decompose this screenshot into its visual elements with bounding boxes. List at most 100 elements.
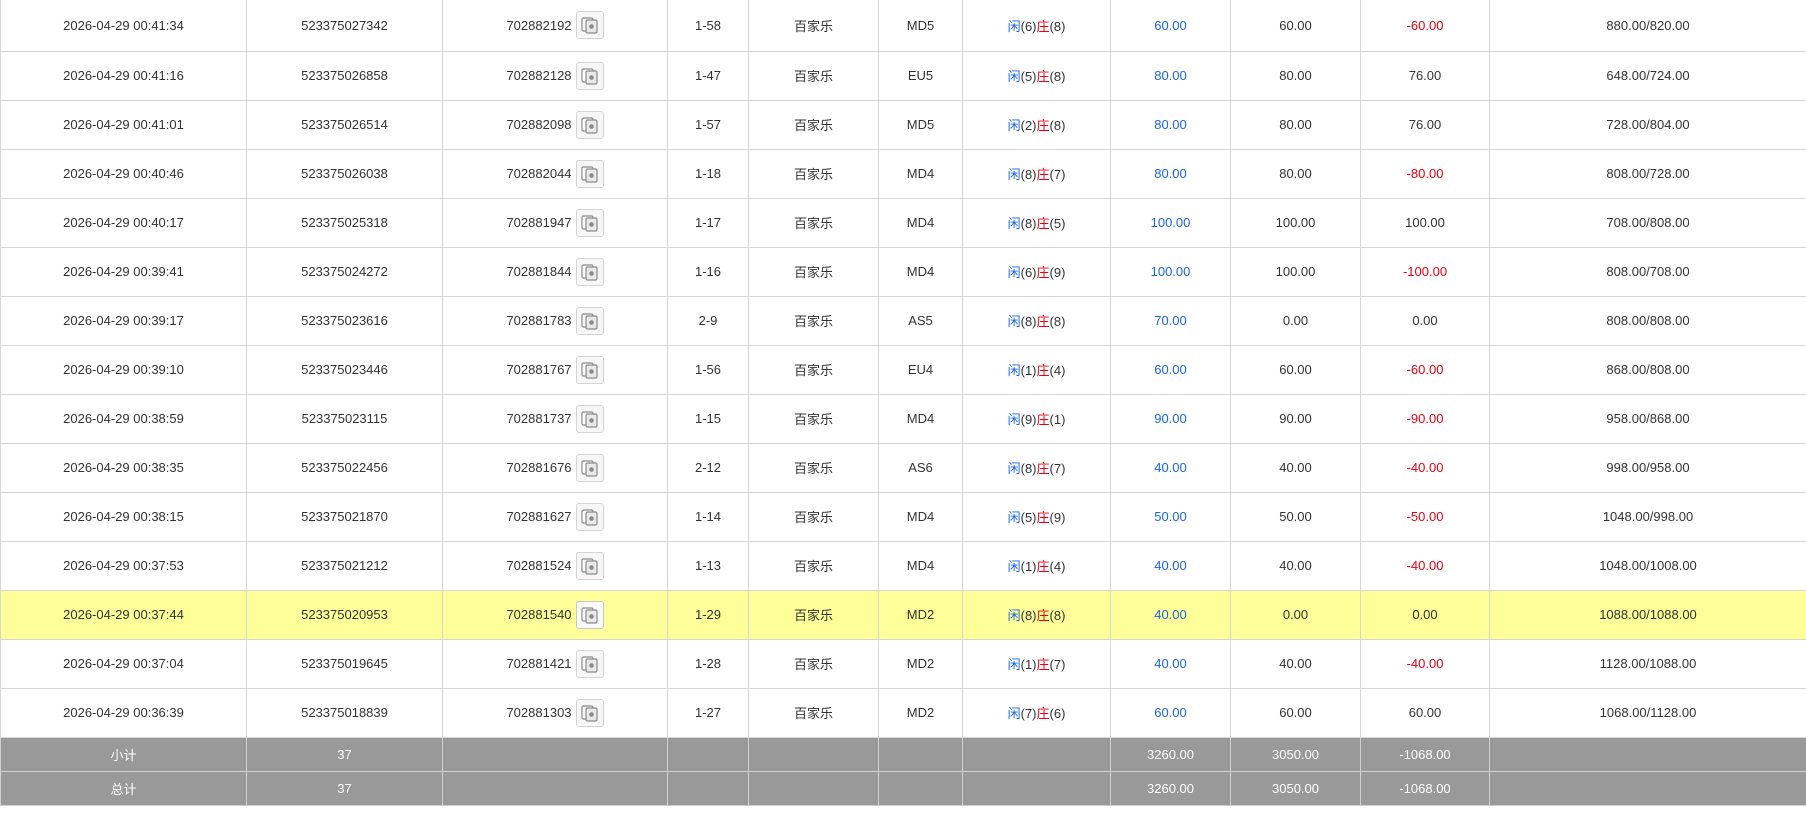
round-number: 702881627 — [506, 509, 572, 524]
bet-time: 2026-04-29 00:41:01 — [0, 99, 247, 150]
table-type: MD4 — [878, 246, 963, 297]
bet-time: 2026-04-29 00:40:17 — [0, 197, 247, 248]
table-number: 2-12 — [667, 442, 749, 493]
table-row: 2026-04-29 00:37:53 523375021212 702881524… — [0, 540, 1806, 591]
banker-points: (9) — [1049, 265, 1066, 280]
banker-label: 庄 — [1036, 363, 1050, 378]
player-points: (8) — [1020, 461, 1037, 476]
table-number: 1-56 — [667, 344, 749, 395]
win-loss: -40.00 — [1360, 442, 1490, 493]
total-valid: 3050.00 — [1230, 770, 1361, 806]
balance-change: 708.00/808.00 — [1489, 197, 1806, 248]
balance-change: 1088.00/1088.00 — [1489, 589, 1806, 640]
player-label: 闲 — [1007, 706, 1021, 721]
table-row: 2026-04-29 00:41:34 523375027342 702882192… — [0, 0, 1806, 52]
table-body: 2026-04-29 00:41:34 523375027342 702882192… — [0, 0, 1806, 738]
game-name: 百家乐 — [748, 295, 879, 346]
player-label: 闲 — [1007, 461, 1021, 476]
table-type: MD4 — [878, 540, 963, 591]
balance-change: 1128.00/1088.00 — [1489, 638, 1806, 689]
banker-points: (7) — [1049, 657, 1066, 672]
cards-result-icon[interactable] — [575, 11, 604, 40]
bet-time: 2026-04-29 00:38:35 — [0, 442, 247, 493]
table-row: 2026-04-29 00:39:17 523375023616 702881783… — [0, 295, 1806, 346]
banker-points: (7) — [1049, 461, 1066, 476]
valid-amount: 60.00 — [1230, 344, 1361, 395]
bet-time: 2026-04-29 00:37:04 — [0, 638, 247, 689]
order-number: 523375024272 — [246, 246, 443, 297]
banker-points: (8) — [1049, 314, 1066, 329]
balance-change: 868.00/808.00 — [1489, 344, 1806, 395]
bet-time: 2026-04-29 00:36:39 — [0, 687, 247, 738]
player-points: (8) — [1020, 216, 1037, 231]
bet-records-table: 2026-04-29 00:41:34 523375027342 702882192… — [0, 0, 1806, 806]
player-points: (5) — [1020, 510, 1037, 525]
table-type: AS5 — [878, 295, 963, 346]
cards-result-icon[interactable] — [575, 600, 604, 629]
result-cell: 闲(7)庄(6) — [962, 687, 1111, 738]
round-cell: 702882044 — [442, 148, 668, 199]
round-cell: 702881737 — [442, 393, 668, 444]
banker-points: (5) — [1049, 216, 1066, 231]
result-cell: 闲(1)庄(4) — [962, 344, 1111, 395]
balance-change: 1048.00/1008.00 — [1489, 540, 1806, 591]
bet-amount: 80.00 — [1110, 99, 1231, 150]
cards-result-icon[interactable] — [575, 306, 604, 335]
cards-result-icon[interactable] — [575, 257, 604, 286]
round-number: 702881844 — [506, 264, 572, 279]
table-type: EU4 — [878, 344, 963, 395]
cards-result-icon[interactable] — [575, 453, 604, 482]
order-number: 523375027342 — [246, 0, 443, 52]
player-points: (1) — [1020, 657, 1037, 672]
cards-result-icon[interactable] — [575, 698, 604, 727]
valid-amount: 60.00 — [1230, 0, 1361, 52]
table-row: 2026-04-29 00:38:59 523375023115 702881737… — [0, 393, 1806, 444]
bet-time: 2026-04-29 00:37:44 — [0, 589, 247, 640]
bet-time: 2026-04-29 00:41:16 — [0, 50, 247, 101]
banker-points: (9) — [1049, 510, 1066, 525]
cards-result-icon[interactable] — [575, 208, 604, 237]
win-loss: 100.00 — [1360, 197, 1490, 248]
balance-change: 998.00/958.00 — [1489, 442, 1806, 493]
cards-result-icon[interactable] — [575, 502, 604, 531]
result-cell: 闲(9)庄(1) — [962, 393, 1111, 444]
game-name: 百家乐 — [748, 540, 879, 591]
banker-points: (6) — [1049, 706, 1066, 721]
bet-amount: 70.00 — [1110, 295, 1231, 346]
result-cell: 闲(5)庄(8) — [962, 50, 1111, 101]
table-row: 2026-04-29 00:41:01 523375026514 702882098… — [0, 99, 1806, 150]
valid-amount: 40.00 — [1230, 442, 1361, 493]
table-row: 2026-04-29 00:38:15 523375021870 702881627… — [0, 491, 1806, 542]
bet-time: 2026-04-29 00:37:53 — [0, 540, 247, 591]
win-loss: -40.00 — [1360, 540, 1490, 591]
cards-result-icon[interactable] — [575, 551, 604, 580]
bet-time: 2026-04-29 00:40:46 — [0, 148, 247, 199]
cards-result-icon[interactable] — [575, 404, 604, 433]
order-number: 523375026514 — [246, 99, 443, 150]
valid-amount: 60.00 — [1230, 687, 1361, 738]
cards-result-icon[interactable] — [575, 355, 604, 384]
player-points: (7) — [1020, 706, 1037, 721]
table-row: 2026-04-29 00:37:44 523375020953 702881540… — [0, 589, 1806, 640]
banker-label: 庄 — [1036, 18, 1050, 34]
balance-change: 808.00/728.00 — [1489, 148, 1806, 199]
round-cell: 702881627 — [442, 491, 668, 542]
bet-time: 2026-04-29 00:38:59 — [0, 393, 247, 444]
subtotal-win: -1068.00 — [1360, 736, 1490, 772]
table-row: 2026-04-29 00:39:41 523375024272 702881844… — [0, 246, 1806, 297]
banker-points: (4) — [1049, 363, 1066, 378]
player-points: (6) — [1020, 18, 1037, 34]
bet-amount: 60.00 — [1110, 0, 1231, 52]
cards-result-icon[interactable] — [575, 649, 604, 678]
player-points: (8) — [1020, 608, 1037, 623]
cards-result-icon[interactable] — [575, 159, 604, 188]
win-loss: -100.00 — [1360, 246, 1490, 297]
cards-result-icon[interactable] — [575, 110, 604, 139]
total-bet: 3260.00 — [1110, 770, 1231, 806]
cards-result-icon[interactable] — [575, 61, 604, 90]
banker-points: (8) — [1049, 18, 1066, 34]
table-number: 1-47 — [667, 50, 749, 101]
round-number: 702881737 — [506, 411, 572, 426]
table-number: 1-57 — [667, 99, 749, 150]
round-cell: 702882098 — [442, 99, 668, 150]
